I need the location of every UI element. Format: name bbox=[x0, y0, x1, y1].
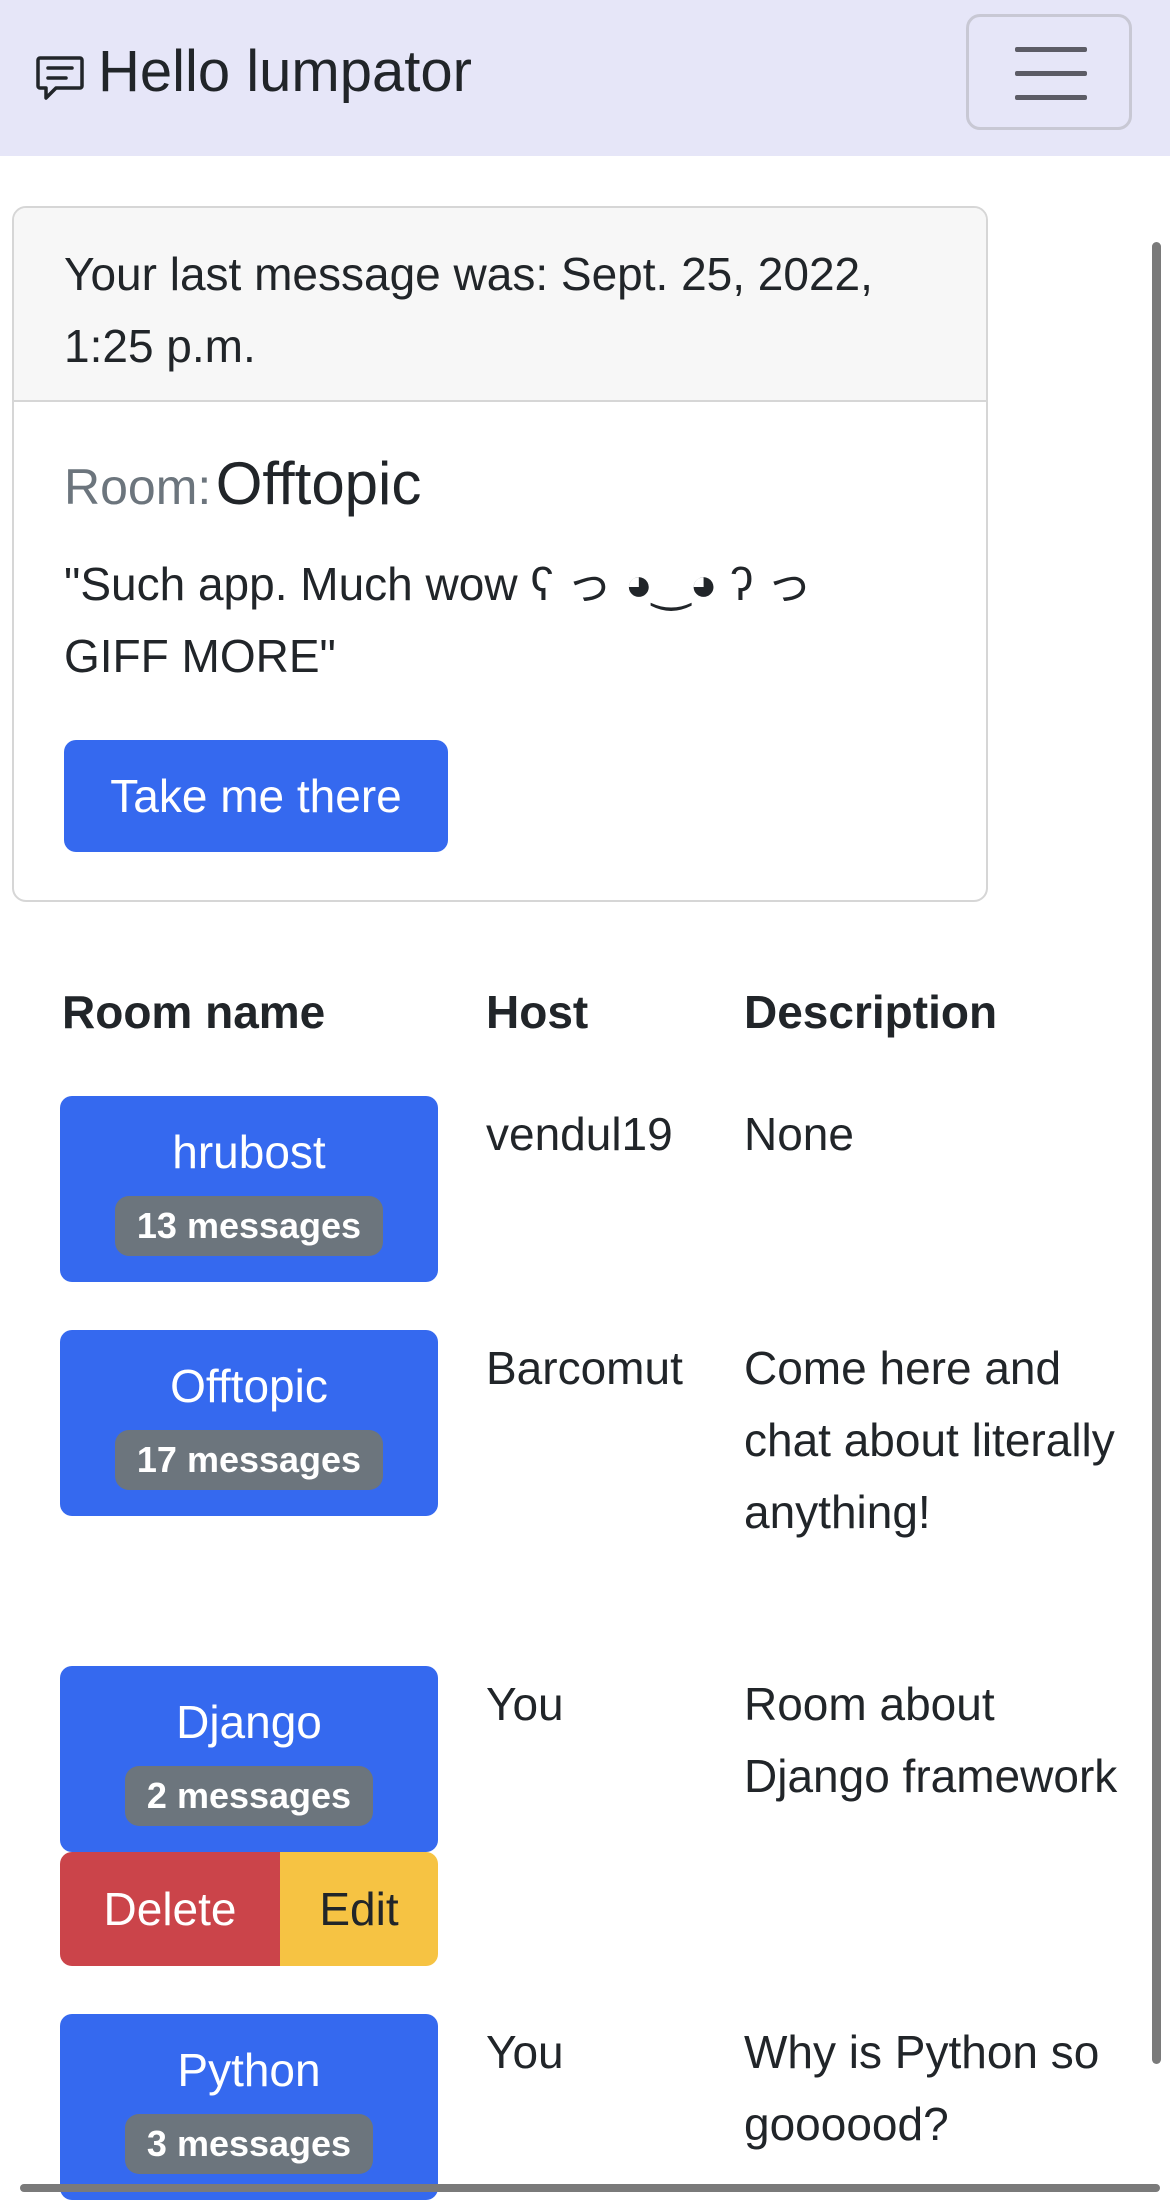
column-header-host: Host bbox=[486, 986, 589, 1038]
vertical-scrollbar[interactable] bbox=[1152, 242, 1161, 2064]
room-button-label: hrubost bbox=[172, 1126, 326, 1178]
delete-button[interactable]: Delete bbox=[60, 1852, 280, 1966]
description-cell: None bbox=[744, 1108, 854, 1160]
host-cell: You bbox=[486, 2026, 564, 2078]
room-name: Offtopic bbox=[215, 450, 422, 517]
room-button-python[interactable]: Python 3 messages bbox=[60, 2014, 438, 2200]
badge-wrapper: 2 messages bbox=[60, 1766, 438, 1826]
room-button-offtopic[interactable]: Offtopic 17 messages bbox=[60, 1330, 438, 1516]
badge-wrapper: 3 messages bbox=[60, 2114, 438, 2174]
badge-wrapper: 17 messages bbox=[60, 1430, 438, 1490]
top-navbar: Hello lumpator bbox=[0, 0, 1170, 156]
host-cell: vendul19 bbox=[486, 1108, 673, 1160]
take-me-there-button[interactable]: Take me there bbox=[64, 740, 448, 852]
description-cell: Come here and chat about literally anyth… bbox=[744, 1342, 1115, 1538]
chat-icon bbox=[34, 52, 86, 104]
horizontal-scrollbar[interactable] bbox=[20, 2184, 1160, 2192]
host-cell: You bbox=[486, 1678, 564, 1730]
last-message-card: Your last message was: Sept. 25, 2022, 1… bbox=[12, 206, 988, 902]
hamburger-menu-icon-bar bbox=[1015, 95, 1087, 100]
room-button-label: Django bbox=[176, 1696, 322, 1748]
host-cell: Barcomut bbox=[486, 1342, 683, 1394]
description-cell: Room about Django framework bbox=[744, 1678, 1118, 1802]
room-button-label: Offtopic bbox=[170, 1360, 328, 1412]
message-count-badge: 17 messages bbox=[114, 1430, 384, 1490]
brand-title[interactable]: Hello lumpator bbox=[98, 36, 472, 108]
room-button-label: Python bbox=[177, 2044, 321, 2096]
hamburger-menu-icon bbox=[1015, 47, 1087, 52]
last-message-quote: "Such app. Much wow ʕ⁠ っ ◕‿◕ ʔ っ GIFF MO… bbox=[64, 558, 812, 682]
card-header: Your last message was: Sept. 25, 2022, 1… bbox=[14, 208, 986, 402]
menu-toggle-button[interactable] bbox=[966, 14, 1132, 130]
card-room-title: Room: Offtopic bbox=[64, 448, 421, 536]
column-header-room-name: Room name bbox=[62, 986, 326, 1038]
column-header-description: Description bbox=[744, 986, 998, 1038]
description-cell: Why is Python so goooood? bbox=[744, 2026, 1100, 2150]
edit-button[interactable]: Edit bbox=[280, 1852, 438, 1966]
room-button-django[interactable]: Django 2 messages bbox=[60, 1666, 438, 1852]
room-label: Room: bbox=[64, 459, 212, 515]
badge-wrapper: 13 messages bbox=[60, 1196, 438, 1256]
room-button-hrubost[interactable]: hrubost 13 messages bbox=[60, 1096, 438, 1282]
message-count-badge: 3 messages bbox=[124, 2114, 374, 2174]
room-actions-group: Delete Edit bbox=[60, 1852, 438, 1966]
last-message-time: Your last message was: Sept. 25, 2022, 1… bbox=[64, 248, 873, 372]
message-count-badge: 13 messages bbox=[114, 1196, 384, 1256]
message-count-badge: 2 messages bbox=[124, 1766, 374, 1826]
hamburger-menu-icon-bar bbox=[1015, 71, 1087, 76]
